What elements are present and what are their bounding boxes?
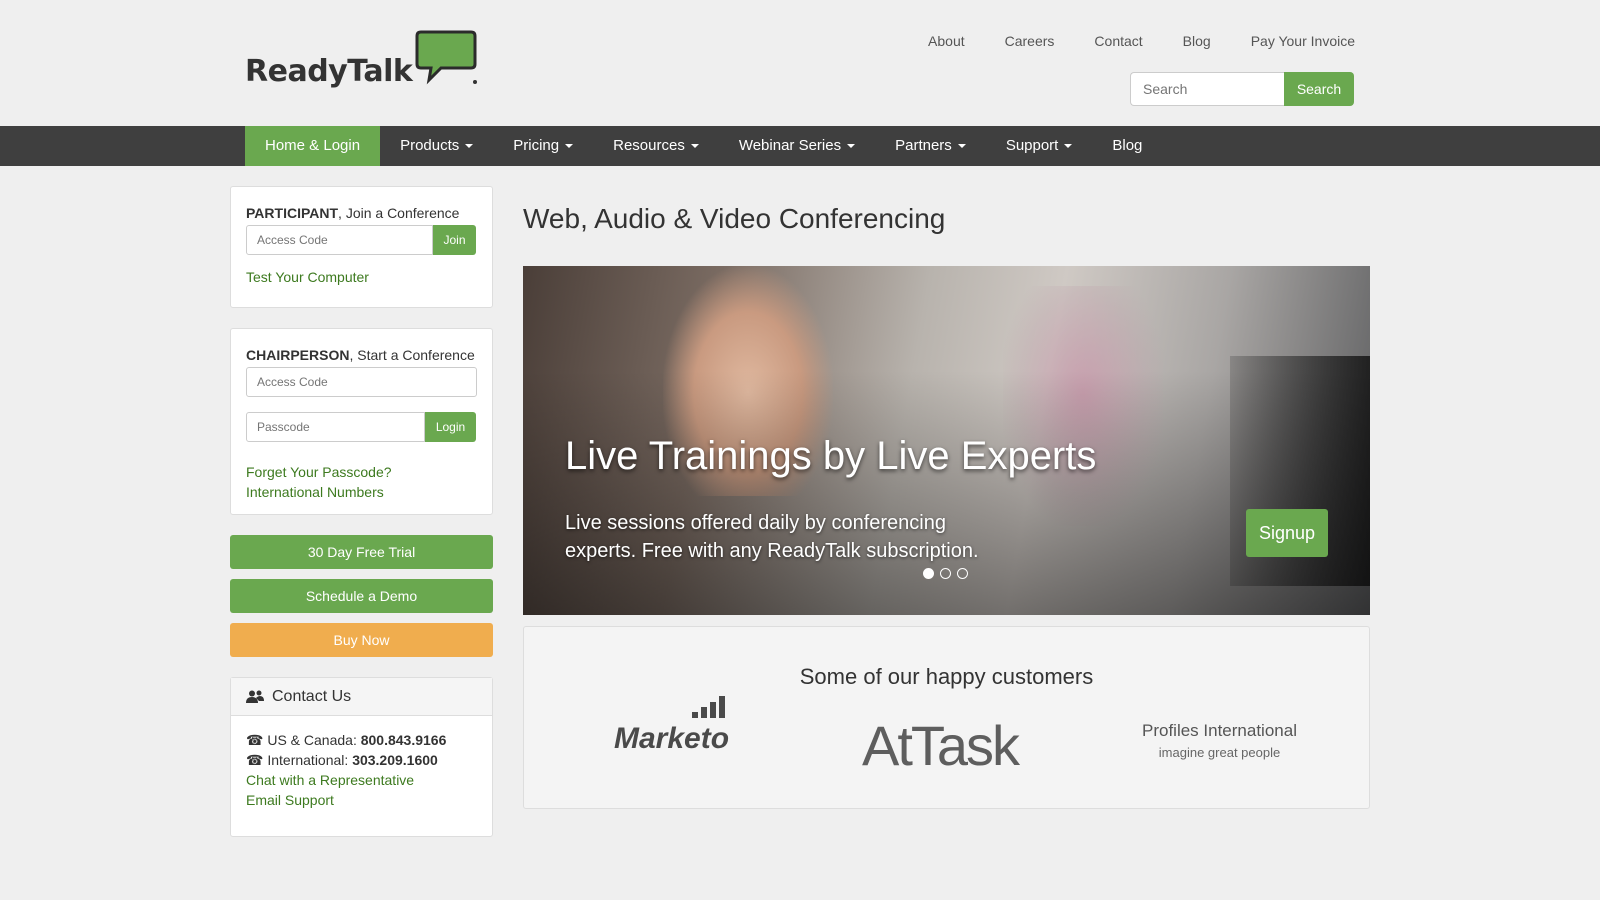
intl-phone-number: 303.209.1600 bbox=[352, 752, 438, 768]
phone-icon: ☎ bbox=[246, 752, 264, 768]
hero-carousel: Live Trainings by Live Experts Live sess… bbox=[523, 266, 1370, 615]
chat-representative-link[interactable]: Chat with a Representative bbox=[246, 770, 477, 790]
customers-section: Some of our happy customers Marketo AtTa… bbox=[523, 626, 1370, 809]
nav-support[interactable]: Support bbox=[986, 126, 1093, 166]
nav-pricing[interactable]: Pricing bbox=[493, 126, 593, 166]
test-computer-link[interactable]: Test Your Computer bbox=[246, 269, 477, 285]
buy-now-button[interactable]: Buy Now bbox=[230, 623, 493, 657]
carousel-dot-3[interactable] bbox=[957, 568, 968, 579]
contact-header: Contact Us bbox=[231, 678, 492, 716]
chairperson-panel: CHAIRPERSON, Start a Conference Login Fo… bbox=[230, 328, 493, 515]
caret-down-icon bbox=[565, 144, 574, 149]
hero-headline: Live Trainings by Live Experts bbox=[565, 434, 1097, 478]
international-numbers-link[interactable]: International Numbers bbox=[246, 482, 477, 502]
marketo-bars-icon bbox=[692, 696, 725, 718]
caret-down-icon bbox=[465, 144, 474, 149]
nav-partners[interactable]: Partners bbox=[875, 126, 986, 166]
us-phone-row: ☎ US & Canada: 800.843.9166 bbox=[246, 732, 447, 748]
caret-down-icon bbox=[1064, 144, 1073, 149]
contact-title: Contact Us bbox=[272, 687, 352, 705]
intl-phone-row: ☎ International: 303.209.1600 bbox=[246, 752, 438, 768]
caret-down-icon bbox=[847, 144, 856, 149]
caret-down-icon bbox=[957, 144, 966, 149]
top-link-contact[interactable]: Contact bbox=[1094, 33, 1142, 49]
search-form: Search bbox=[1130, 72, 1354, 106]
profiles-international-logo: Profiles International imagine great peo… bbox=[1142, 721, 1297, 760]
hero-subtext: Live sessions offered daily by conferenc… bbox=[565, 512, 979, 562]
participant-access-code-input[interactable] bbox=[246, 225, 433, 255]
top-link-pay-invoice[interactable]: Pay Your Invoice bbox=[1251, 33, 1355, 49]
chairperson-access-code-input[interactable] bbox=[246, 367, 477, 397]
participant-title: PARTICIPANT, Join a Conference bbox=[246, 205, 460, 221]
speech-bubble-icon bbox=[415, 30, 477, 85]
top-link-careers[interactable]: Careers bbox=[1005, 33, 1055, 49]
top-link-blog[interactable]: Blog bbox=[1183, 33, 1211, 49]
search-input[interactable] bbox=[1130, 72, 1284, 106]
nav-webinar-series[interactable]: Webinar Series bbox=[719, 126, 875, 166]
chairperson-title: CHAIRPERSON, Start a Conference bbox=[246, 347, 475, 363]
join-button[interactable]: Join bbox=[433, 225, 476, 255]
forgot-passcode-link[interactable]: Forget Your Passcode? bbox=[246, 462, 477, 482]
phone-icon: ☎ bbox=[246, 732, 264, 748]
contact-panel: Contact Us ☎ US & Canada: 800.843.9166 ☎… bbox=[230, 677, 493, 837]
caret-down-icon bbox=[690, 144, 699, 149]
marketo-logo: Marketo bbox=[614, 696, 729, 756]
signup-button[interactable]: Signup bbox=[1246, 509, 1328, 557]
carousel-indicators bbox=[923, 568, 968, 579]
page-title: Web, Audio & Video Conferencing bbox=[523, 203, 946, 234]
top-link-about[interactable]: About bbox=[928, 33, 965, 49]
logo-wordmark: ReadyTalk bbox=[245, 54, 413, 89]
carousel-dot-1[interactable] bbox=[923, 568, 934, 579]
readytalk-logo[interactable]: ReadyTalk bbox=[245, 30, 477, 100]
participant-panel: PARTICIPANT, Join a Conference Join Test… bbox=[230, 186, 493, 308]
carousel-dot-2[interactable] bbox=[940, 568, 951, 579]
nav-products[interactable]: Products bbox=[380, 126, 493, 166]
customers-title: Some of our happy customers bbox=[799, 664, 1094, 689]
nav-resources[interactable]: Resources bbox=[593, 126, 719, 166]
nav-home-login[interactable]: Home & Login bbox=[245, 126, 381, 166]
login-button[interactable]: Login bbox=[425, 412, 476, 442]
users-icon bbox=[246, 690, 264, 703]
us-phone-number: 800.843.9166 bbox=[360, 732, 447, 748]
free-trial-button[interactable]: 30 Day Free Trial bbox=[230, 535, 493, 569]
attask-logo: AtTask bbox=[862, 714, 1020, 777]
email-support-link[interactable]: Email Support bbox=[246, 790, 477, 810]
passcode-input[interactable] bbox=[246, 412, 425, 442]
nav-blog[interactable]: Blog bbox=[1092, 126, 1162, 166]
search-button[interactable]: Search bbox=[1284, 72, 1354, 106]
top-links: About Careers Contact Blog Pay Your Invo… bbox=[888, 33, 1355, 49]
schedule-demo-button[interactable]: Schedule a Demo bbox=[230, 579, 493, 613]
main-nav: Home & Login Products Pricing Resources … bbox=[0, 126, 1600, 166]
